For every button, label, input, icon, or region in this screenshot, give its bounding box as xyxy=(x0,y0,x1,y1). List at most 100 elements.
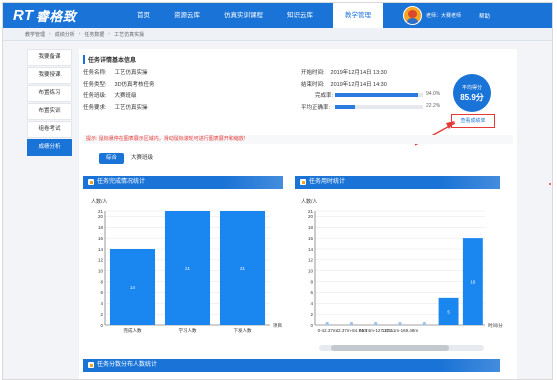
end-label: 结束时间: xyxy=(301,81,325,88)
start-value: 2019年12月14日 13:30 xyxy=(330,70,387,76)
y-tick-label: 18 xyxy=(308,225,314,230)
chart-scrollbar[interactable] xyxy=(319,345,484,351)
y-tick-label: 2 xyxy=(100,312,103,317)
y-tick-label: 8 xyxy=(310,279,313,284)
completion-panel-header: 任务完成情况统计 xyxy=(83,176,283,189)
zero-point xyxy=(398,321,402,326)
tab-overall[interactable]: 综合 xyxy=(99,153,125,164)
nav-item-home[interactable]: 首页 xyxy=(125,3,162,28)
completion-panel-title: 任务完成情况统计 xyxy=(97,179,146,185)
sidebar-item-practice[interactable]: 布置练习 xyxy=(27,85,72,102)
y-tick-label: 21 xyxy=(308,209,314,214)
y-tick-label: 6 xyxy=(310,290,313,295)
class-tabs: 综合 大赛班级 xyxy=(99,153,160,164)
nav-item-simulation-course[interactable]: 仿真实训课程 xyxy=(212,3,275,28)
arrow-annotation-icon xyxy=(489,124,519,164)
average-score-badge: 平均得分 85.9分 xyxy=(453,74,491,112)
y-tick-label: 12 xyxy=(98,258,104,263)
accuracy-pct: 22.2% xyxy=(426,103,441,109)
x-tick-label: 127.11m-169.48m xyxy=(382,328,418,333)
breadcrumb-item[interactable]: 成绩分析 xyxy=(55,31,75,38)
y-tick-label: 0 xyxy=(310,323,313,328)
task-class-label: 任务班级: xyxy=(83,93,107,99)
time-panel-header: 任务用时统计 xyxy=(295,176,500,189)
x-tick-label: 0-42.37m xyxy=(318,328,337,333)
main-nav: 首页 资源云库 仿真实训课程 知识云库 教学管理 xyxy=(125,3,383,28)
average-score-label: 平均得分 xyxy=(461,85,482,91)
y-axis-label: 人数/人 xyxy=(301,198,317,205)
y-tick-label: 6 xyxy=(100,290,103,295)
user-area: 老师：大赛老师 帮助 xyxy=(403,6,490,25)
score-panel-title: 任务分数分布人数统计 xyxy=(97,362,158,368)
start-label: 开始时间: xyxy=(301,70,325,76)
main-content: 任务详情基本信息 任务名称: 工艺仿真实操 任务类型: 3D仿真考核任务 任务班… xyxy=(79,49,517,379)
sidebar-item-score-analysis[interactable]: 成绩分析 xyxy=(27,139,72,156)
y-tick-label: 12 xyxy=(308,258,314,263)
task-class-value: 大赛班级 xyxy=(114,93,137,99)
task-type-label: 任务类型: xyxy=(83,81,107,88)
x-axis-label: 项目 xyxy=(273,323,282,329)
y-tick-label: 4 xyxy=(310,301,313,306)
breadcrumb-item[interactable]: 教学管理 xyxy=(25,31,45,38)
time-bar-chart: 人数/人0246810121416182021时间/分0-42.37m 42.37… xyxy=(301,198,503,333)
section-title: 任务详情基本信息 xyxy=(83,55,136,64)
top-navbar: RT 睿格致 首页 资源云库 仿真实训课程 知识云库 教学管理 老师：大赛老师 … xyxy=(3,3,552,28)
bar-value-label: 16 xyxy=(470,280,476,285)
sidebar: 我要备课 我要授课 布置练习 布置实训 组卷考试 成绩分析 xyxy=(27,49,72,157)
logo-text: 睿格致 xyxy=(35,9,77,24)
completion-bar-chart: 人数/人0246810121416182021项目14完成人数21学习人数21下… xyxy=(91,198,282,334)
zero-point xyxy=(325,321,329,326)
bar-value-label: 21 xyxy=(185,266,191,271)
scrollbar-thumb[interactable] xyxy=(331,345,449,351)
score-panel-header: 任务分数分布人数统计 xyxy=(83,359,500,372)
logo[interactable]: RT 睿格致 xyxy=(13,7,76,24)
task-req-value: 工艺仿真实操 xyxy=(114,104,148,111)
y-tick-label: 21 xyxy=(98,209,104,214)
nav-item-teaching-management[interactable]: 教学管理 xyxy=(333,3,383,28)
task-name-label: 任务名称: xyxy=(83,70,107,76)
nav-item-knowledge-cloud[interactable]: 知识云库 xyxy=(275,3,325,28)
y-tick-label: 14 xyxy=(98,247,104,252)
avatar[interactable] xyxy=(403,6,422,25)
y-tick-label: 2 xyxy=(310,312,313,317)
y-tick-label: 4 xyxy=(100,301,103,306)
task-name-value: 工艺仿真实操 xyxy=(114,70,148,76)
accuracy-label: 平均正确率: xyxy=(301,105,331,111)
hint-text: 提示: 鼠标悬停在图表展示区域内，滑动鼠标滚轮可进行图表展开和缩放! xyxy=(83,135,513,144)
breadcrumb-item[interactable]: 任务数据 xyxy=(84,31,104,38)
completion-bar xyxy=(335,93,423,97)
time-panel-title: 任务用时统计 xyxy=(309,179,346,185)
breadcrumb: 教学管理 › 成绩分析 › 任务数据 › 工艺仿真实操 xyxy=(3,28,552,41)
x-tick-label: 学习人数 xyxy=(179,327,197,334)
y-tick-label: 20 xyxy=(308,214,314,219)
panel-icon xyxy=(88,179,94,185)
logo-rt: RT xyxy=(13,7,34,24)
completion-label: 完成率: xyxy=(315,93,334,99)
app-window: RT 睿格致 首页 资源云库 仿真实训课程 知识云库 教学管理 老师：大赛老师 … xyxy=(2,2,553,380)
accuracy-bar xyxy=(335,105,423,109)
x-tick-label: 完成人数 xyxy=(124,327,142,334)
sidebar-item-prepare[interactable]: 我要备课 xyxy=(27,49,72,66)
end-value: 2019年12月14日 14:30 xyxy=(330,81,387,88)
sidebar-item-exam[interactable]: 组卷考试 xyxy=(27,121,72,138)
zero-point xyxy=(422,321,426,326)
y-tick-label: 8 xyxy=(100,279,103,284)
tab-contest-class[interactable]: 大赛班级 xyxy=(124,153,160,164)
y-axis-label: 人数/人 xyxy=(91,198,107,205)
y-tick-label: 10 xyxy=(308,269,314,274)
nav-item-resource-cloud[interactable]: 资源云库 xyxy=(162,3,212,28)
sidebar-item-training[interactable]: 布置实训 xyxy=(27,103,72,120)
y-tick-label: 20 xyxy=(98,214,104,219)
y-tick-label: 14 xyxy=(308,247,314,252)
breadcrumb-item: 工艺仿真实操 xyxy=(114,31,145,38)
zero-point xyxy=(374,321,378,326)
y-tick-label: 16 xyxy=(308,236,314,241)
help-link[interactable]: 帮助 xyxy=(479,12,490,20)
sidebar-item-teach[interactable]: 我要授课 xyxy=(27,67,72,84)
x-axis-label: 时间/分 xyxy=(488,322,503,329)
bar-value-label: 14 xyxy=(130,285,136,290)
bar-value-label: 21 xyxy=(240,266,246,271)
zero-point xyxy=(349,321,354,326)
completion-pct: 94.0% xyxy=(426,91,441,97)
task-type-value: 3D仿真考核任务 xyxy=(114,81,155,88)
